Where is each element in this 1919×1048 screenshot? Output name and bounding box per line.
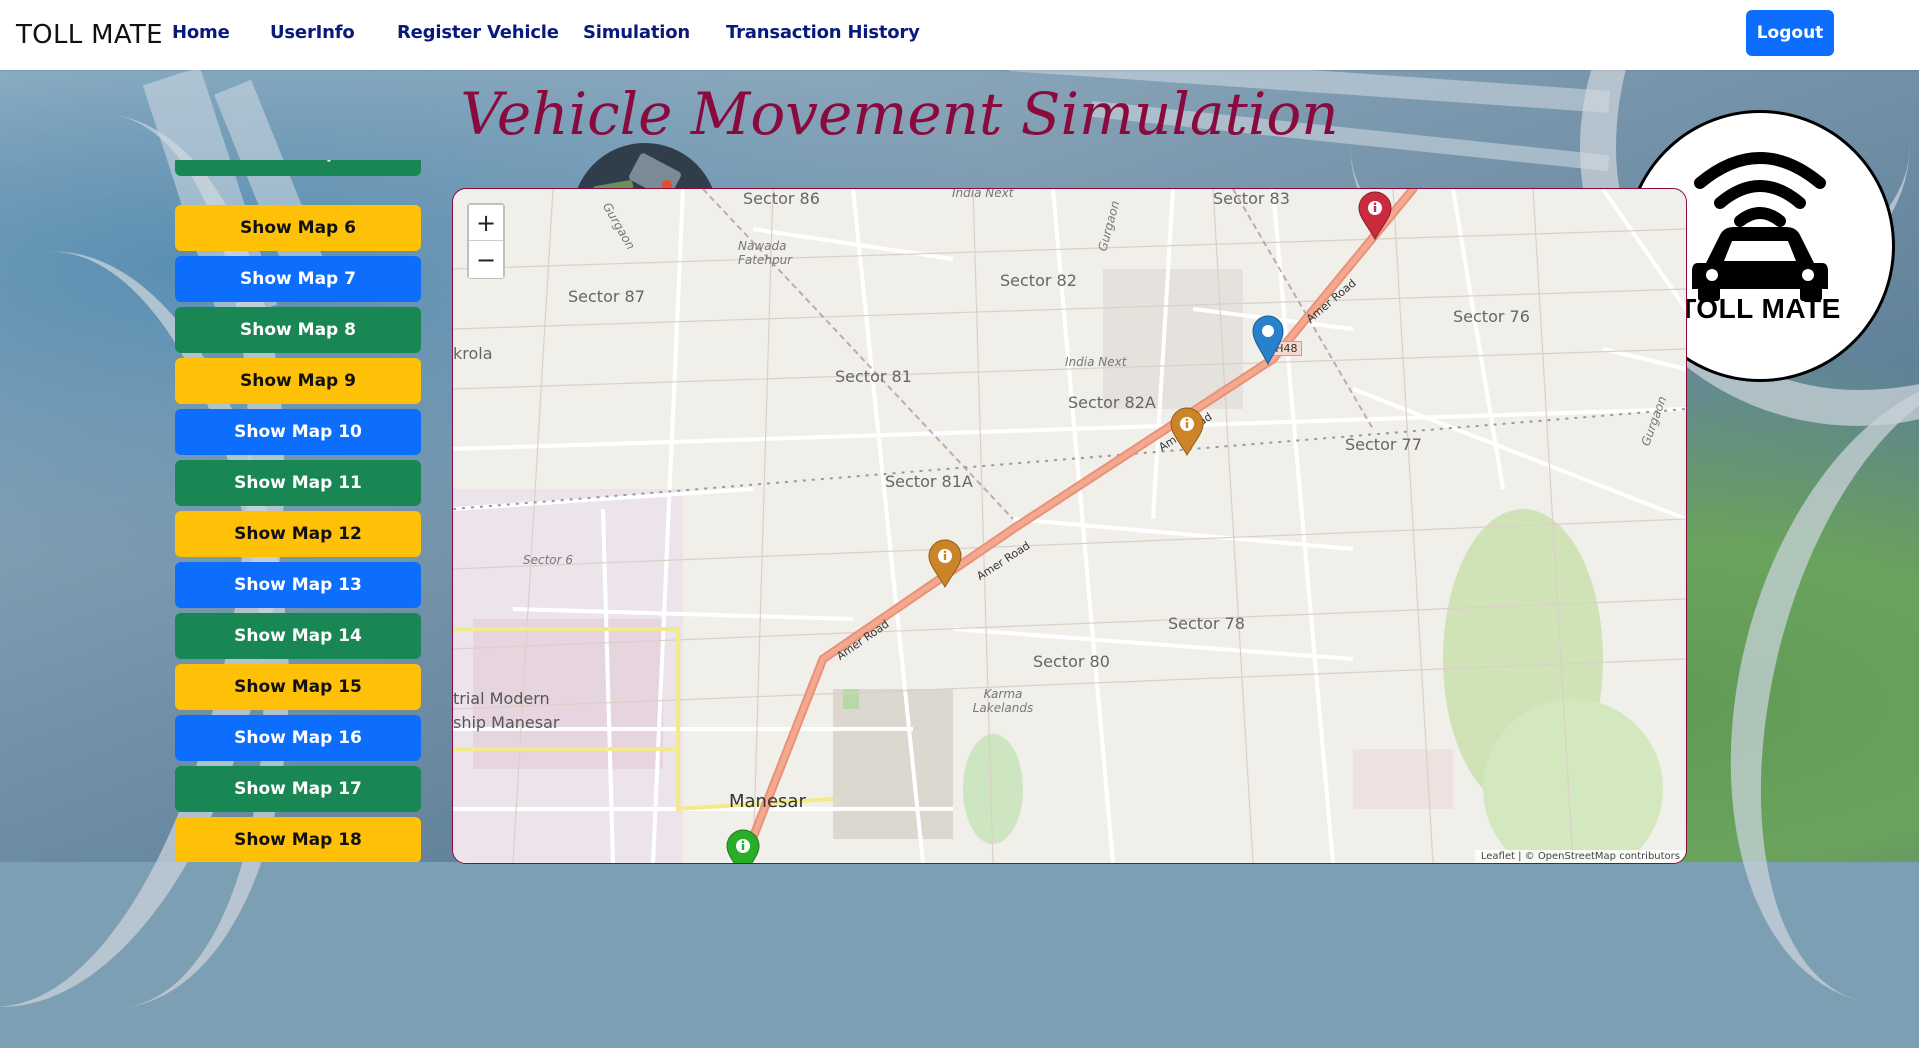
map-label-sector-83: Sector 83 <box>1213 189 1290 208</box>
map-label-sector-87: Sector 87 <box>568 287 645 306</box>
map-attribution[interactable]: Leaflet | © OpenStreetMap contributors <box>1474 850 1686 863</box>
red-marker-icon[interactable] <box>1357 191 1393 241</box>
map-label-manesar: Manesar <box>729 791 806 812</box>
show-map-15-button[interactable]: Show Map 15 <box>175 664 421 710</box>
show-map-16-button[interactable]: Show Map 16 <box>175 715 421 761</box>
map-label-sector-81: Sector 81 <box>835 367 912 386</box>
show-map-11-button[interactable]: Show Map 11 <box>175 460 421 506</box>
map-label-sector-6: Sector 6 <box>523 553 574 567</box>
map-label-industrial-modern: trial Modern <box>453 689 550 708</box>
show-map-6-button[interactable]: Show Map 6 <box>175 205 421 251</box>
navbar: TOLL MATE Home UserInfo Register Vehicle… <box>0 0 1919 70</box>
nav-link-home[interactable]: Home <box>172 22 230 43</box>
show-map-5-button[interactable]: Show Map 5 <box>175 160 421 176</box>
show-map-18-button[interactable]: Show Map 18 <box>175 817 421 862</box>
nav-link-register-vehicle[interactable]: Register Vehicle <box>397 22 559 43</box>
show-map-12-button[interactable]: Show Map 12 <box>175 511 421 557</box>
page-title-text: Vehicle Movement Simulation <box>460 80 1339 148</box>
orange-marker-icon[interactable] <box>927 539 963 589</box>
map-label-sector-78: Sector 78 <box>1168 614 1245 633</box>
map-label-krola: krola <box>453 344 493 363</box>
map-label-karma-lakelands: Karma Lakelands <box>972 687 1034 715</box>
brand-logo-text[interactable]: TOLL MATE <box>16 20 163 50</box>
zoom-control: + − <box>467 203 505 279</box>
show-map-9-button[interactable]: Show Map 9 <box>175 358 421 404</box>
nav-link-userinfo[interactable]: UserInfo <box>270 22 355 43</box>
logout-button[interactable]: Logout <box>1746 10 1834 56</box>
orange-marker-icon[interactable] <box>1169 407 1205 457</box>
show-map-14-button[interactable]: Show Map 14 <box>175 613 421 659</box>
show-map-8-button[interactable]: Show Map 8 <box>175 307 421 353</box>
map-button-list[interactable]: Show Map 5 Show Map 6 Show Map 7 Show Ma… <box>175 160 421 862</box>
show-map-17-button[interactable]: Show Map 17 <box>175 766 421 812</box>
map-label-sector-82: Sector 82 <box>1000 271 1077 290</box>
map-label-township-manesar: ship Manesar <box>453 713 560 732</box>
simulation-map[interactable]: Sector 86 Sector 83 Sector 87 Sector 82 … <box>452 188 1687 864</box>
map-label-sector-81a: Sector 81A <box>885 472 973 491</box>
map-label-sector-80: Sector 80 <box>1033 652 1110 671</box>
map-label-sector-76: Sector 76 <box>1453 307 1530 326</box>
map-label-india-next-1: India Next <box>952 188 1014 200</box>
zoom-in-button[interactable]: + <box>469 205 503 241</box>
show-map-13-button[interactable]: Show Map 13 <box>175 562 421 608</box>
nav-link-simulation[interactable]: Simulation <box>583 22 690 43</box>
blue-vehicle-marker-icon[interactable] <box>1251 314 1285 366</box>
map-label-sector-86: Sector 86 <box>743 189 820 208</box>
show-map-7-button[interactable]: Show Map 7 <box>175 256 421 302</box>
zoom-out-button[interactable]: − <box>469 242 503 278</box>
green-marker-icon[interactable] <box>725 829 761 864</box>
map-label-nawada-fatehpur: Nawada Fatehpur <box>738 239 793 267</box>
map-label-sector-77: Sector 77 <box>1345 435 1422 454</box>
show-map-10-button[interactable]: Show Map 10 <box>175 409 421 455</box>
map-label-sector-82a: Sector 82A <box>1068 393 1156 412</box>
map-label-india-next-2: India Next <box>1065 355 1127 369</box>
nav-link-transaction-history[interactable]: Transaction History <box>726 22 920 43</box>
